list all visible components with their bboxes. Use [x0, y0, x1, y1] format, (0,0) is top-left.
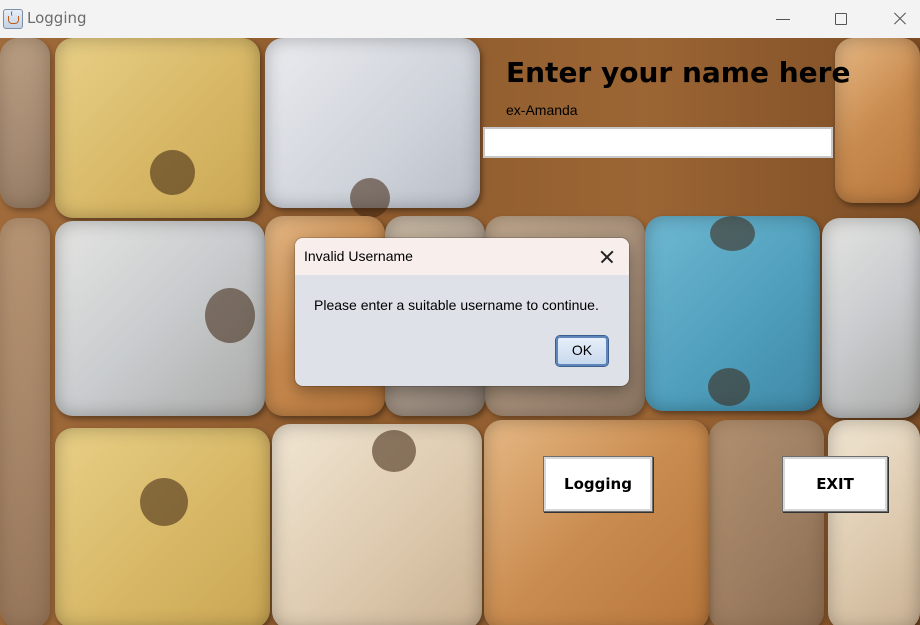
maximize-icon: [835, 13, 847, 25]
close-window-button[interactable]: [870, 0, 920, 38]
dialog-titlebar: Invalid Username: [295, 238, 629, 275]
logging-button[interactable]: Logging: [543, 456, 653, 512]
maximize-button[interactable]: [812, 0, 870, 38]
dialog-close-button[interactable]: [598, 248, 616, 266]
page-title: Enter your name here: [506, 56, 851, 89]
username-input[interactable]: [483, 127, 833, 158]
ok-button[interactable]: OK: [555, 335, 609, 367]
window-titlebar: Logging: [0, 0, 920, 39]
minimize-button[interactable]: [754, 0, 812, 38]
exit-button[interactable]: EXIT: [782, 456, 888, 512]
dialog-message: Please enter a suitable username to cont…: [314, 297, 599, 313]
window-title: Logging: [27, 9, 87, 27]
minimize-icon: [776, 19, 790, 20]
invalid-username-dialog: Invalid Username Please enter a suitable…: [295, 238, 629, 386]
username-hint: ex-Amanda: [506, 102, 578, 118]
java-cup-icon: [3, 9, 23, 29]
dialog-title: Invalid Username: [304, 248, 413, 264]
